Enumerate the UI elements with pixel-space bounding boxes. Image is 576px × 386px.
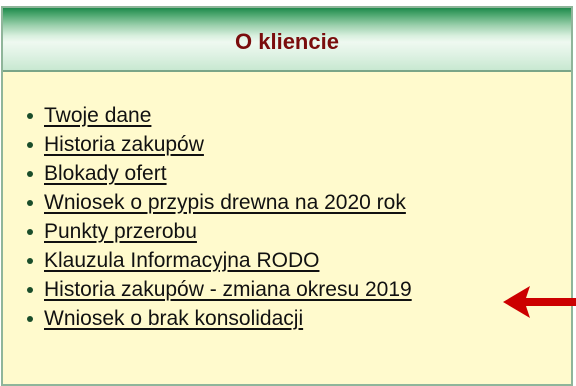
menu-item-twoje-dane: Twoje dane bbox=[3, 101, 571, 130]
link-klauzula-rodo[interactable]: Klauzula Informacyjna RODO bbox=[44, 246, 319, 275]
bullet-icon bbox=[27, 258, 33, 264]
arrow-left-icon bbox=[503, 286, 576, 318]
bullet-icon bbox=[27, 142, 33, 148]
link-historia-zmiana-okresu[interactable]: Historia zakupów - zmiana okresu 2019 bbox=[44, 275, 412, 304]
bullet-icon bbox=[27, 316, 33, 322]
client-menu-list: Twoje dane Historia zakupów Blokady ofer… bbox=[3, 101, 571, 333]
panel-title: O kliencie bbox=[235, 29, 339, 54]
menu-item-punkty-przerobu: Punkty przerobu bbox=[3, 217, 571, 246]
bullet-icon bbox=[27, 200, 33, 206]
link-brak-konsolidacji[interactable]: Wniosek o brak konsolidacji bbox=[44, 304, 303, 333]
bullet-icon bbox=[27, 287, 33, 293]
link-historia-zakupow[interactable]: Historia zakupów bbox=[44, 130, 204, 159]
menu-item-klauzula-rodo: Klauzula Informacyjna RODO bbox=[3, 246, 571, 275]
bullet-icon bbox=[27, 171, 33, 177]
menu-item-blokady-ofert: Blokady ofert bbox=[3, 159, 571, 188]
link-twoje-dane[interactable]: Twoje dane bbox=[44, 101, 151, 130]
menu-item-historia-zakupow: Historia zakupów bbox=[3, 130, 571, 159]
bullet-icon bbox=[27, 113, 33, 119]
link-blokady-ofert[interactable]: Blokady ofert bbox=[44, 159, 167, 188]
menu-item-historia-zmiana-okresu: Historia zakupów - zmiana okresu 2019 bbox=[3, 275, 571, 304]
menu-item-brak-konsolidacji: Wniosek o brak konsolidacji bbox=[3, 304, 571, 333]
client-info-panel: O kliencie Twoje dane Historia zakupów B… bbox=[1, 6, 573, 386]
bullet-icon bbox=[27, 229, 33, 235]
link-wniosek-przypis[interactable]: Wniosek o przypis drewna na 2020 rok bbox=[44, 188, 406, 217]
panel-header: O kliencie bbox=[3, 8, 571, 72]
arrow-head bbox=[503, 286, 576, 318]
menu-item-wniosek-przypis: Wniosek o przypis drewna na 2020 rok bbox=[3, 188, 571, 217]
link-punkty-przerobu[interactable]: Punkty przerobu bbox=[44, 217, 197, 246]
